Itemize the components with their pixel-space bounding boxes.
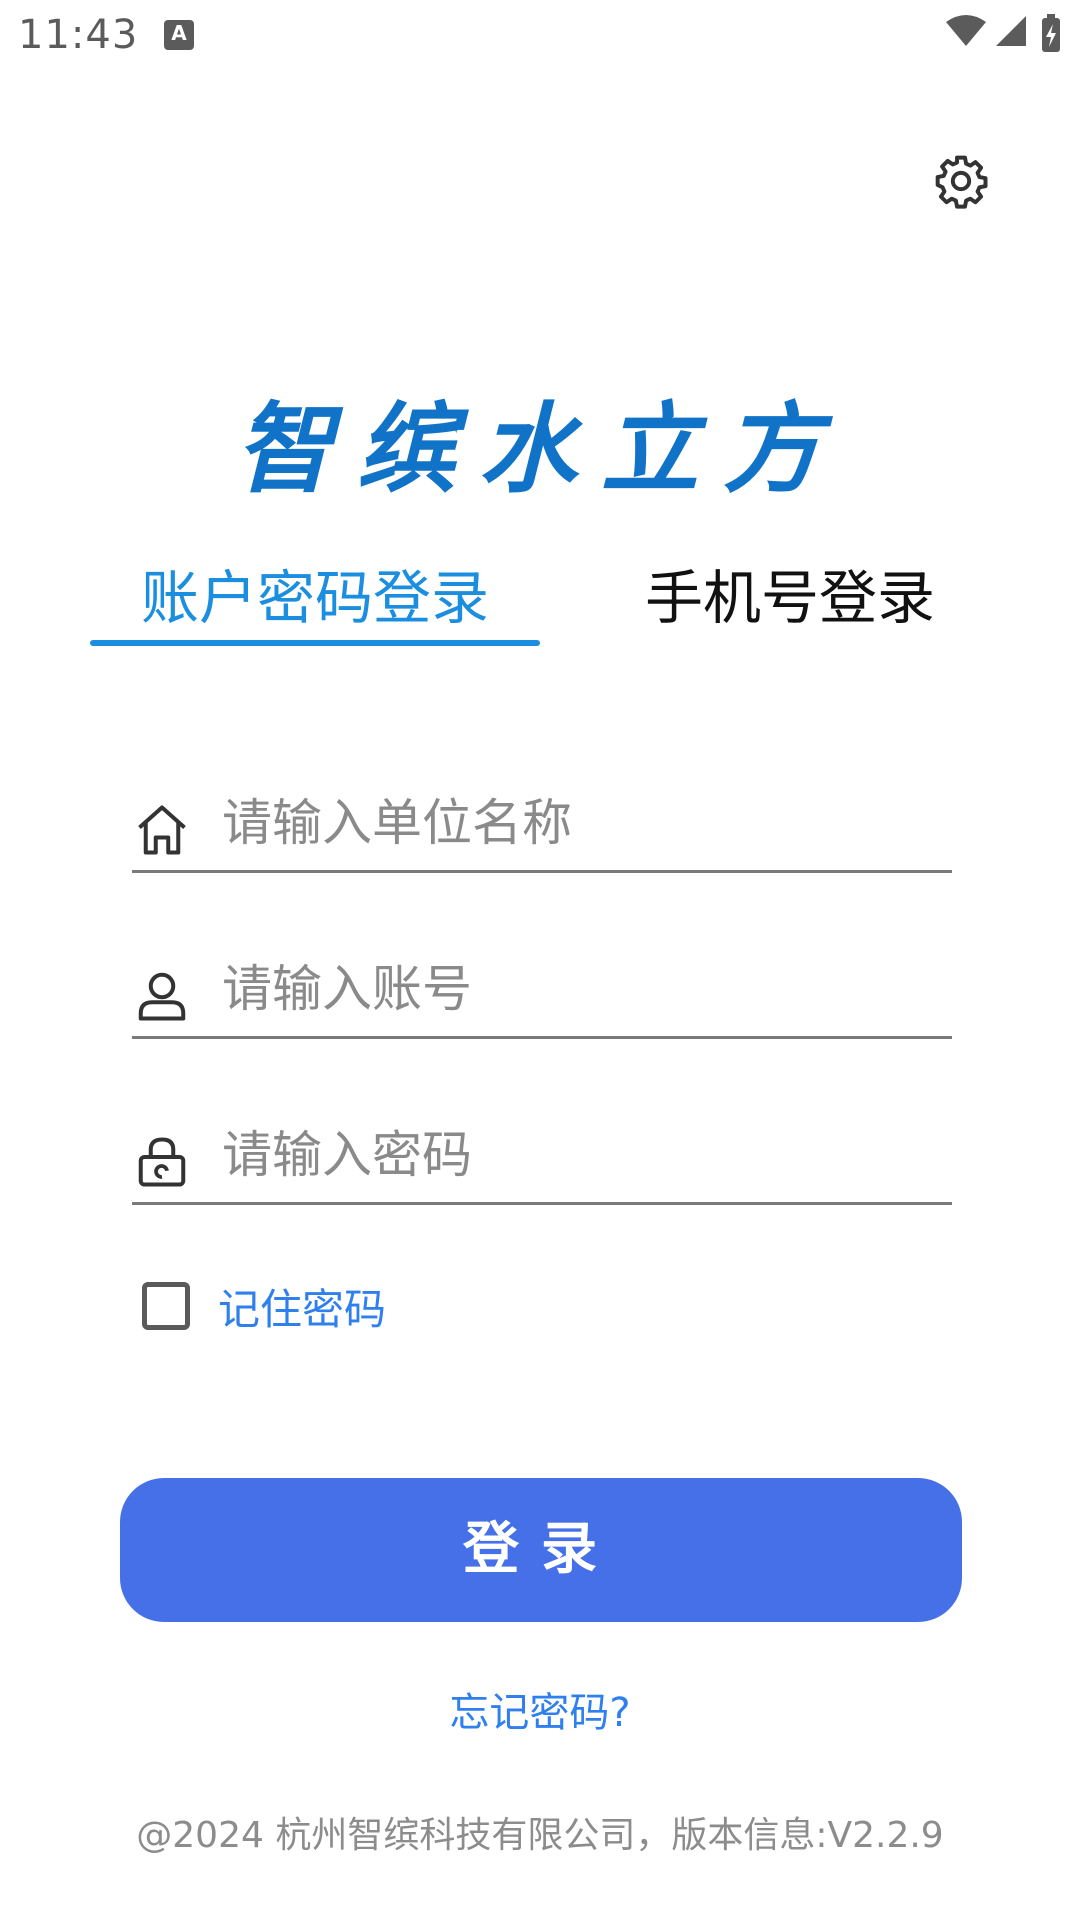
account-field (132, 946, 952, 1039)
password-field (132, 1112, 952, 1205)
remember-checkbox[interactable] (142, 1282, 190, 1330)
status-time: 11:43 (18, 12, 139, 58)
battery-charging-icon (1042, 14, 1060, 52)
password-input[interactable] (222, 1120, 942, 1190)
account-input[interactable] (222, 954, 942, 1024)
signal-icon (996, 16, 1026, 46)
login-tabs: 账户密码登录 手机号登录 (90, 552, 990, 646)
lock-icon (138, 1137, 186, 1187)
wifi-icon (946, 15, 986, 46)
user-icon (138, 972, 186, 1021)
app-logo-title: 智缤水立方 (234, 392, 845, 507)
active-tab-indicator (90, 640, 540, 646)
unit-name-input[interactable] (222, 788, 942, 858)
keyboard-notification-icon: A (164, 20, 194, 50)
footer-copyright: @2024 杭州智缤科技有限公司，版本信息:V2.2.9 (136, 1815, 944, 1856)
forgot-password-link[interactable]: 忘记密码? (0, 1680, 1080, 1738)
settings-button[interactable] (930, 150, 992, 212)
tab-phone-login[interactable]: 手机号登录 (580, 552, 1000, 644)
home-icon (138, 805, 186, 855)
remember-label: 记住密码 (218, 1284, 387, 1334)
remember-password[interactable]: 记住密码 (142, 1278, 386, 1334)
status-bar: 11:43 A (0, 0, 1080, 72)
tab-account-login[interactable]: 账户密码登录 (90, 552, 540, 644)
unit-field (132, 780, 952, 873)
status-icons (944, 14, 1064, 58)
login-button[interactable]: 登录 (120, 1478, 962, 1622)
gear-icon (935, 155, 988, 209)
